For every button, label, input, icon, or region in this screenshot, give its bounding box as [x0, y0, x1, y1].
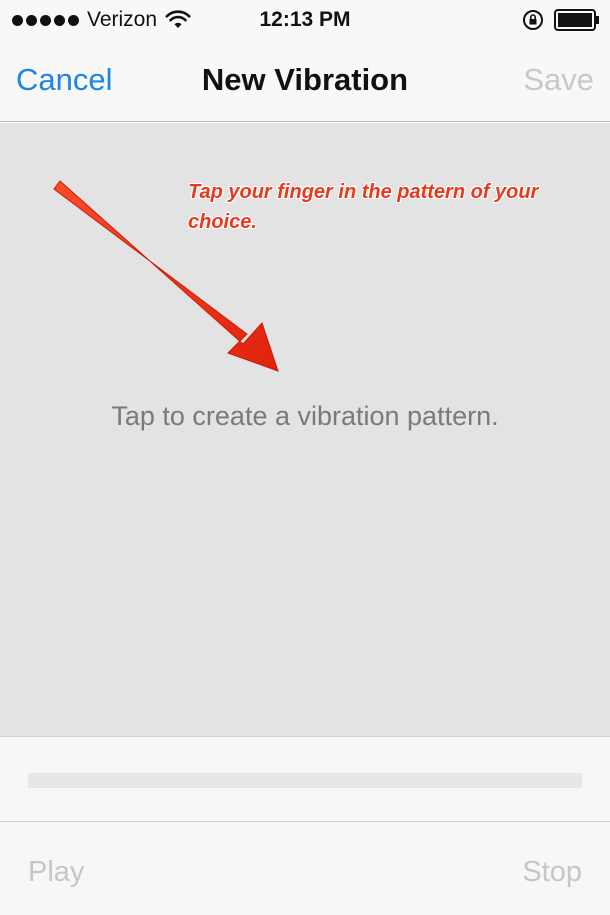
save-button[interactable]: Save [523, 62, 594, 98]
navigation-bar: Cancel New Vibration Save [0, 40, 610, 122]
playback-controls: Play Stop [0, 822, 610, 915]
status-time: 12:13 PM [259, 8, 351, 31]
vibration-editor-screen: Verizon 12:13 PM Cancel New Vibration Sa… [0, 0, 610, 915]
status-right [522, 8, 600, 32]
battery-icon [554, 9, 599, 31]
vibration-tap-area[interactable]: Tap your finger in the pattern of your c… [0, 123, 610, 736]
progress-track [28, 773, 582, 788]
tap-hint-text: Tap to create a vibration pattern. [111, 401, 499, 431]
progress-section [0, 736, 610, 822]
status-bar: Verizon 12:13 PM [0, 0, 610, 40]
stop-button[interactable]: Stop [522, 856, 582, 889]
rotation-lock-icon [523, 10, 543, 30]
play-button[interactable]: Play [28, 856, 84, 889]
page-title: New Vibration [201, 62, 409, 97]
annotation-text: Tap your finger in the pattern of your c… [188, 181, 539, 233]
